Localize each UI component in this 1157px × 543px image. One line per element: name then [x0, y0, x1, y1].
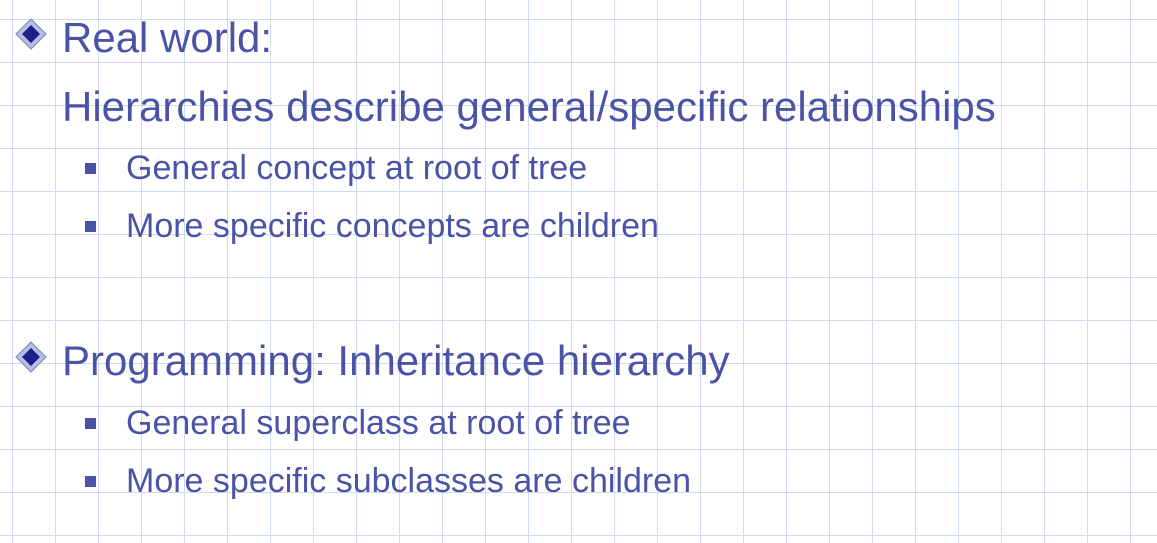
bullet-1-heading: Real world:	[62, 14, 273, 61]
diamond-bullet-icon	[15, 341, 47, 373]
square-bullet-icon	[85, 476, 96, 487]
bullet-2-heading: Programming: Inheritance hierarchy	[62, 337, 730, 384]
slide: Real world: Hierarchies describe general…	[0, 0, 1157, 543]
sub-bullet-1-1: General concept at root of tree	[126, 149, 588, 187]
bullet-1-continuation: Hierarchies describe general/specific re…	[62, 83, 996, 130]
square-bullet-icon	[85, 221, 96, 232]
sub-bullet-2-2: More specific subclasses are children	[126, 462, 692, 500]
sub-bullet-1-2: More specific concepts are children	[126, 207, 659, 245]
square-bullet-icon	[85, 163, 96, 174]
sub-bullet-2-1: General superclass at root of tree	[126, 404, 631, 442]
square-bullet-icon	[85, 418, 96, 429]
diamond-bullet-icon	[15, 18, 47, 50]
